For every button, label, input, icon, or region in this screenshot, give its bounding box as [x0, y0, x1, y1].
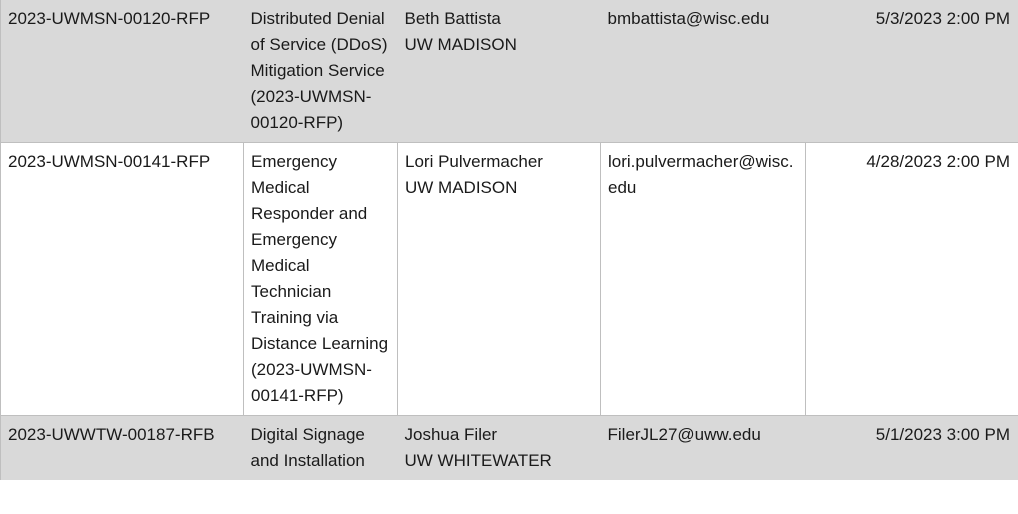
cell-contact: Joshua Filer UW WHITEWATER [397, 415, 601, 480]
contact-organization: UW MADISON [405, 178, 518, 197]
bid-table-body: 2023-UWMSN-00120-RFP Distributed Denial … [0, 0, 1018, 480]
cell-description: Digital Signage and Installation [243, 415, 398, 480]
bid-listing-table-region: 2023-UWMSN-00120-RFP Distributed Denial … [0, 0, 1018, 514]
cell-email: FilerJL27@uww.edu [600, 415, 806, 480]
cell-bid-number: 2023-UWWTW-00187-RFB [0, 415, 244, 480]
cell-description: Emergency Medical Responder and Emergenc… [243, 142, 398, 416]
cell-due-date: 4/28/2023 2:00 PM [805, 142, 1018, 416]
cell-due-date: 5/3/2023 2:00 PM [805, 0, 1018, 143]
table-row[interactable]: 2023-UWMSN-00120-RFP Distributed Denial … [0, 0, 1018, 143]
table-row[interactable]: 2023-UWWTW-00187-RFB Digital Signage and… [0, 415, 1018, 480]
contact-organization: UW WHITEWATER [404, 451, 552, 470]
cell-contact: Lori Pulvermacher UW MADISON [397, 142, 601, 416]
contact-name: Lori Pulvermacher [405, 152, 543, 171]
cell-bid-number: 2023-UWMSN-00141-RFP [0, 142, 244, 416]
contact-name: Joshua Filer [404, 425, 498, 444]
bid-listing-table: 2023-UWMSN-00120-RFP Distributed Denial … [0, 0, 1018, 480]
cell-contact: Beth Battista UW MADISON [397, 0, 601, 143]
cell-bid-number: 2023-UWMSN-00120-RFP [0, 0, 244, 143]
contact-organization: UW MADISON [404, 35, 517, 54]
cell-email: lori.pulvermacher@wisc.edu [600, 142, 806, 416]
cell-email: bmbattista@wisc.edu [600, 0, 806, 143]
cell-description: Distributed Denial of Service (DDoS) Mit… [243, 0, 398, 143]
cell-due-date: 5/1/2023 3:00 PM [805, 415, 1018, 480]
table-row[interactable]: 2023-UWMSN-00141-RFP Emergency Medical R… [0, 142, 1018, 416]
contact-name: Beth Battista [404, 9, 501, 28]
